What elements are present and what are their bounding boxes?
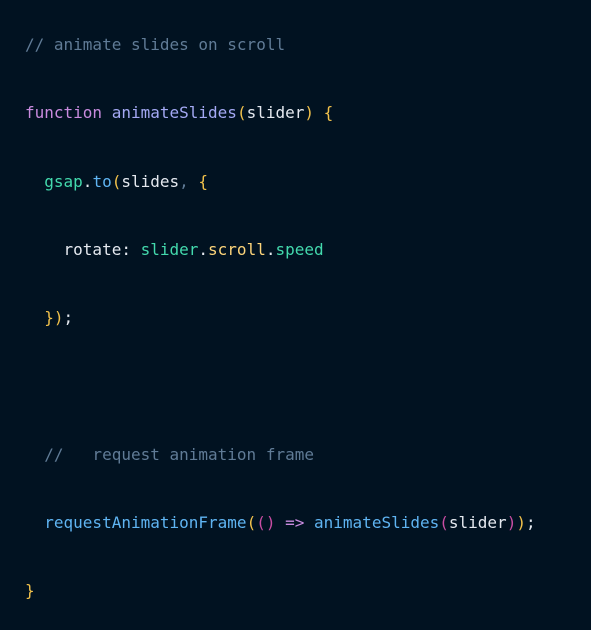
code-line-gsap-call: gsap.to(slides, { <box>25 172 208 191</box>
code-token-bracket: ) <box>516 513 526 532</box>
code-token-bracket: { <box>198 172 209 191</box>
code-token-keyword: function <box>25 103 103 122</box>
code-token-identifier <box>275 513 285 532</box>
code-token-bracket: ( <box>236 103 247 122</box>
code-token-identifier <box>304 513 314 532</box>
code-token-identifier: ; <box>63 308 74 327</box>
code-token-identifier <box>25 445 44 464</box>
code-snippet: // animate slides on scroll function ani… <box>0 0 591 630</box>
code-token-property: slider <box>140 240 199 259</box>
code-token-bracket: ( <box>246 513 257 532</box>
code-token-identifier <box>25 513 44 532</box>
code-token-identifier: rotate <box>63 240 122 259</box>
code-line-request-animation-frame: requestAnimationFrame(() => animateSlide… <box>25 513 536 532</box>
code-token-identifier: slider <box>448 513 507 532</box>
code-token-function-name: animateSlides <box>111 103 237 122</box>
code-token-identifier: ; <box>525 513 536 532</box>
code-token-operator: => <box>285 513 305 532</box>
code-line-function-declaration: function animateSlides(slider) { <box>25 103 333 122</box>
code-line-comment-raf: // request animation frame <box>25 445 314 464</box>
code-token-comment: , <box>179 172 199 191</box>
code-line-comment: // animate slides on scroll <box>25 35 285 54</box>
code-token-comment: // animate slides on scroll <box>25 35 286 54</box>
code-token-identifier: . <box>82 172 93 191</box>
code-line-close-function: } <box>25 581 35 600</box>
code-line-rotate-property: rotate: slider.scroll.speed <box>25 240 324 259</box>
code-token-bracket: }) <box>44 308 64 327</box>
code-token-identifier: : <box>121 240 141 259</box>
code-token-identifier <box>314 103 324 122</box>
code-token-bracket-inner: ( <box>439 513 449 532</box>
code-token-method: scroll <box>208 240 266 259</box>
code-token-identifier: . <box>198 240 209 259</box>
code-token-bracket-inner: () <box>256 513 276 532</box>
code-token-identifier <box>25 240 64 259</box>
code-token-identifier: slider <box>246 103 305 122</box>
code-token-identifier <box>25 308 44 327</box>
code-token-bracket: } <box>25 581 35 600</box>
code-token-property: gsap <box>44 172 83 191</box>
code-token-bracket: { <box>323 103 334 122</box>
code-token-property: speed <box>275 240 324 259</box>
code-token-identifier <box>25 172 44 191</box>
code-token-bracket: ( <box>111 172 122 191</box>
code-token-bracket-inner: ) <box>506 513 517 532</box>
code-token-call: to <box>92 172 112 191</box>
code-token-bracket: ) <box>304 103 315 122</box>
code-token-identifier <box>102 103 112 122</box>
code-token-comment: // request animation frame <box>44 445 314 464</box>
code-token-call: animateSlides <box>314 513 440 532</box>
code-token-call: requestAnimationFrame <box>44 513 247 532</box>
code-token-identifier: slides <box>121 172 180 191</box>
code-line-close-gsap: }); <box>25 308 73 327</box>
